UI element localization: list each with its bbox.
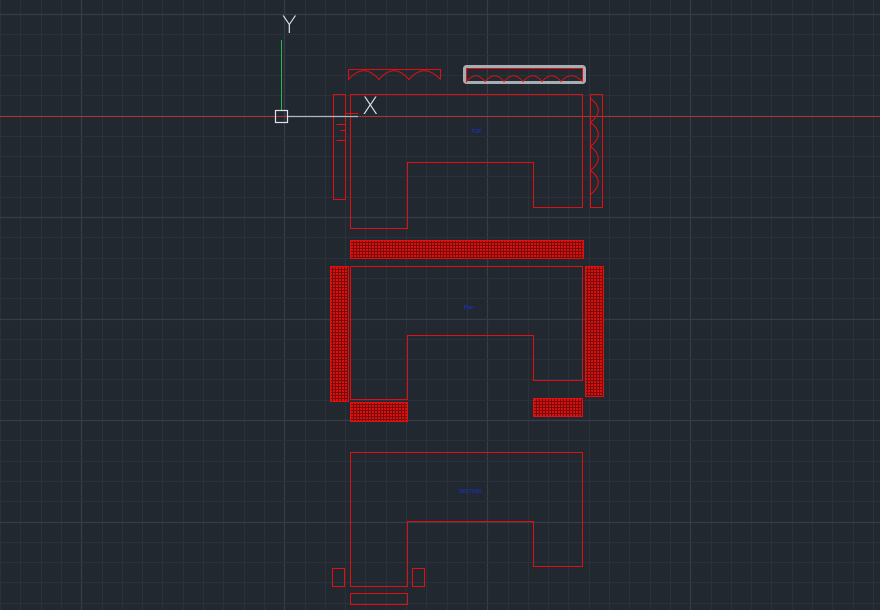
drawing-canvas[interactable]: TOP Plan SECTION Y X xyxy=(0,0,880,610)
bottom-view-group[interactable]: SECTION xyxy=(332,452,583,605)
bottom-base-strip[interactable] xyxy=(350,593,408,605)
hatch-strip-left[interactable] xyxy=(330,266,349,402)
hatch-strip-right[interactable] xyxy=(585,266,604,397)
ucs-y-label: Y xyxy=(282,11,297,39)
side-piece-left[interactable] xyxy=(333,94,346,200)
hatch-block-bottom-left[interactable] xyxy=(350,402,408,422)
drawing-viewport[interactable]: TOP Plan SECTION Y X xyxy=(0,0,880,610)
side-piece-right[interactable] xyxy=(590,94,603,208)
bottom-plan-outline[interactable] xyxy=(350,452,583,587)
side-piece-right-scallops[interactable] xyxy=(589,98,599,195)
drawing-grid xyxy=(0,0,880,610)
hatch-block-bottom-right[interactable] xyxy=(533,398,583,417)
ucs-x-label: X xyxy=(362,92,378,120)
middle-view-label: Plan xyxy=(464,305,475,311)
ucs-icon: Y X xyxy=(274,11,378,124)
hatch-strip-top[interactable] xyxy=(350,240,584,259)
bottom-foot-left[interactable] xyxy=(332,568,345,587)
bottom-foot-right[interactable] xyxy=(412,568,425,587)
top-view-label: TOP xyxy=(470,129,481,135)
bottom-view-label: SECTION xyxy=(459,489,481,495)
top-plan-outline[interactable] xyxy=(350,94,583,229)
